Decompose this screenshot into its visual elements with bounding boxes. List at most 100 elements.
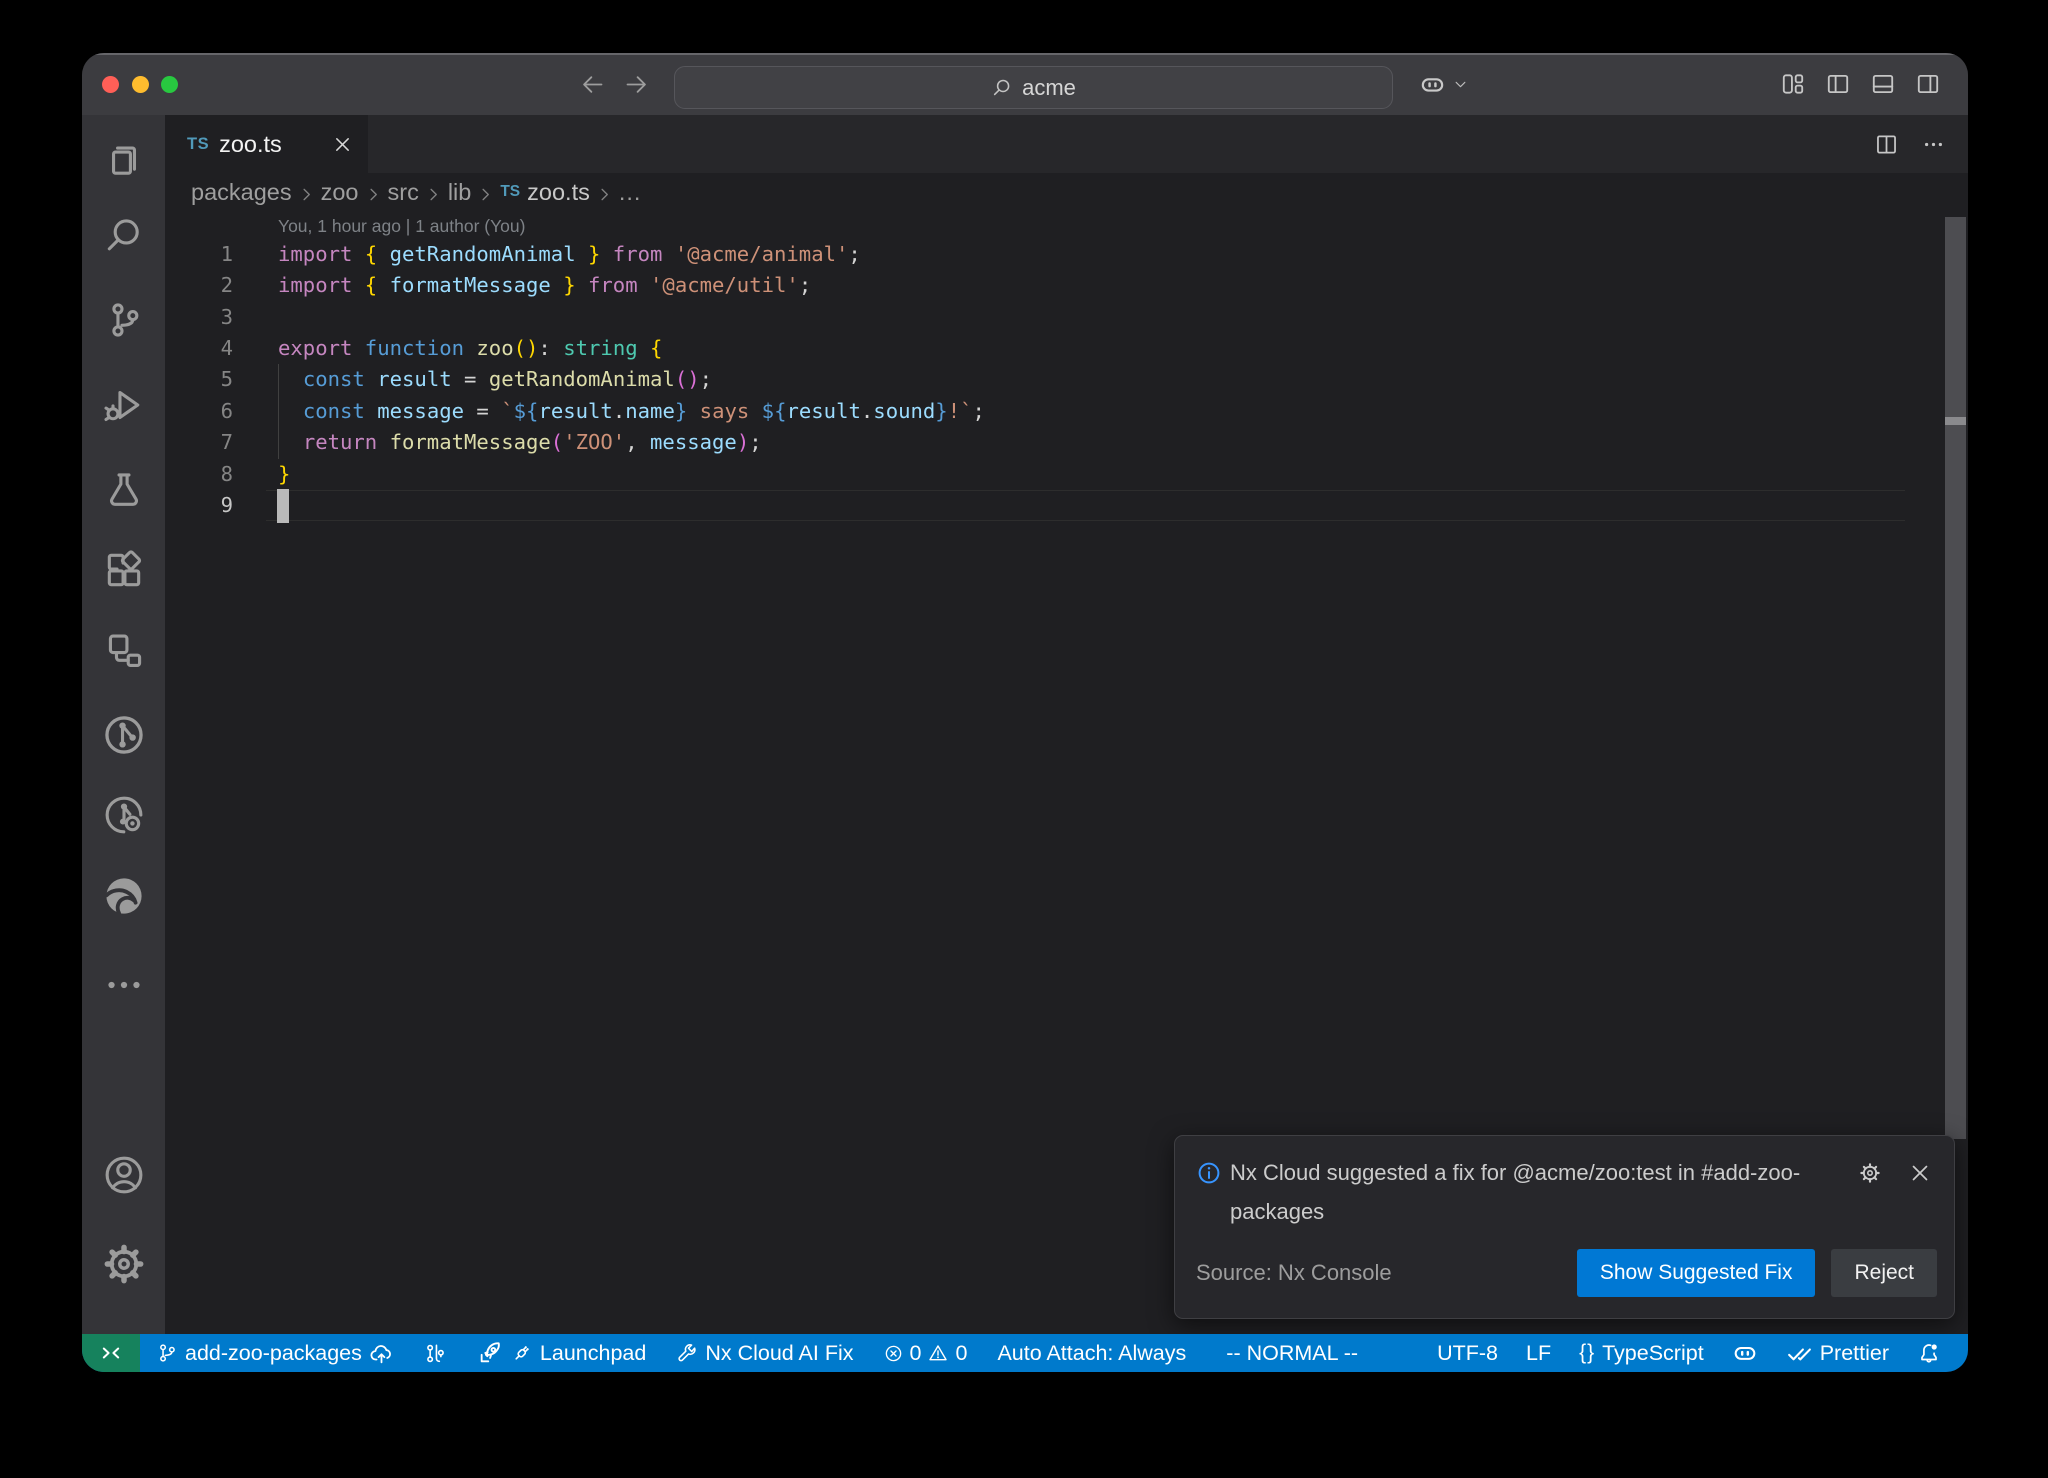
code-line-4[interactable]: 4export function zoo(): string { — [165, 333, 1968, 364]
status-item-branch[interactable]: add-zoo-packages — [156, 1341, 394, 1366]
line-number: 3 — [165, 302, 233, 333]
editor-scrollbar[interactable] — [1945, 217, 1966, 1139]
copilot-menu[interactable] — [1419, 53, 1468, 115]
status-item-eol[interactable]: LF — [1526, 1341, 1551, 1366]
code-line-1[interactable]: 1import { getRandomAnimal } from '@acme/… — [165, 239, 1968, 270]
code-line-7[interactable]: 7 return formatMessage('ZOO', message); — [165, 427, 1968, 458]
breadcrumb-item-src[interactable]: src — [388, 179, 419, 206]
breadcrumb-item-packages[interactable]: packages — [191, 179, 292, 206]
indent-guide — [278, 364, 280, 458]
code-token: ; — [973, 399, 985, 423]
code-line-2[interactable]: 2import { formatMessage } from '@acme/ut… — [165, 270, 1968, 301]
close-tab-icon[interactable] — [332, 134, 353, 155]
panel-bottom-icon[interactable] — [1870, 71, 1896, 97]
panel-right-icon[interactable] — [1915, 71, 1941, 97]
notification-toast: Nx Cloud suggested a fix for @acme/zoo:t… — [1174, 1135, 1955, 1319]
status-item-auto-attach[interactable]: Auto Attach: Always — [997, 1341, 1186, 1366]
status-item-nx-cloud-ai-fix[interactable]: Nx Cloud AI Fix — [676, 1341, 853, 1366]
activity-bar-item-source-control[interactable] — [100, 296, 148, 344]
code-token: import — [278, 242, 365, 266]
notification-message: Nx Cloud suggested a fix for @acme/zoo:t… — [1230, 1153, 1854, 1231]
code-token: result — [786, 399, 860, 423]
vscode-window: acme TS zoo.ts packageszoosrcli — [82, 53, 1968, 1372]
status-item-problems[interactable]: 00 — [884, 1341, 968, 1366]
code-line-8[interactable]: 8} — [165, 459, 1968, 490]
status-item-launchpad[interactable]: Launchpad — [477, 1340, 646, 1366]
zoom-window-button[interactable] — [161, 76, 178, 93]
activity-bar-item-nx-console[interactable] — [100, 626, 148, 674]
code-line-5[interactable]: 5 const result = getRandomAnimal(); — [165, 364, 1968, 395]
ellipsis-icon — [102, 963, 146, 1007]
code-line-3[interactable]: 3 — [165, 302, 1968, 333]
line-number: 5 — [165, 364, 233, 395]
back-icon[interactable] — [579, 71, 606, 98]
traffic-lights — [82, 53, 178, 115]
code-token: } — [551, 273, 576, 297]
activity-bar-item-testing[interactable] — [100, 466, 148, 514]
status-item-label: 0 — [955, 1341, 967, 1366]
code-token — [278, 399, 303, 423]
notification-source: Source: Nx Console — [1196, 1260, 1392, 1286]
remote-indicator[interactable] — [82, 1334, 140, 1372]
reject-button[interactable]: Reject — [1831, 1249, 1937, 1297]
line-number: 8 — [165, 459, 233, 490]
code-token: sound — [873, 399, 935, 423]
split-editor-icon[interactable] — [1874, 132, 1899, 157]
close-window-button[interactable] — [102, 76, 119, 93]
breadcrumb-separator-icon — [424, 183, 443, 202]
status-item-vim-mode[interactable]: -- NORMAL -- — [1226, 1341, 1358, 1366]
more-actions-icon[interactable] — [1921, 132, 1946, 157]
code-lens-blame[interactable]: You, 1 hour ago | 1 author (You) — [165, 211, 1968, 239]
code-token: getRandomAnimal — [390, 242, 576, 266]
breadcrumb-item-symbol[interactable]: ... — [619, 179, 642, 206]
wrench-icon — [676, 1342, 698, 1364]
chevron-down-icon — [1453, 77, 1468, 92]
activity-bar-item-extensions[interactable] — [100, 546, 148, 594]
breadcrumb-item-zoo[interactable]: zoo — [321, 179, 359, 206]
status-item-commit-graph[interactable] — [424, 1342, 447, 1365]
activity-bar-item-edge-tools[interactable] — [100, 872, 148, 920]
forward-icon[interactable] — [623, 71, 650, 98]
code-line-6[interactable]: 6 const message = `${result.name} says $… — [165, 396, 1968, 427]
panel-left-icon[interactable] — [1825, 71, 1851, 97]
code-token: : — [538, 336, 563, 360]
breadcrumb-item-file[interactable]: TSzoo.ts — [500, 179, 590, 206]
typescript-file-icon: TS — [500, 183, 520, 201]
code-token: result — [538, 399, 612, 423]
edge-browser-icon — [102, 874, 146, 918]
layout-controls — [1780, 53, 1941, 115]
code-token: ) — [737, 430, 749, 454]
activity-bar-item-explorer[interactable] — [100, 136, 148, 184]
minimize-window-button[interactable] — [132, 76, 149, 93]
code-token: says — [687, 399, 761, 423]
status-item-label: Auto Attach: Always — [997, 1341, 1186, 1366]
status-item-encoding[interactable]: UTF-8 — [1437, 1341, 1498, 1366]
customize-layout-icon[interactable] — [1780, 71, 1806, 97]
remote-icon — [99, 1341, 123, 1365]
notification-configure-icon[interactable] — [1858, 1161, 1882, 1185]
extensions-icon — [102, 548, 146, 592]
activity-bar-item-run-debug[interactable] — [100, 381, 148, 429]
status-item-language[interactable]: {}TypeScript — [1579, 1341, 1704, 1366]
notification-close-icon[interactable] — [1908, 1161, 1932, 1185]
notification-toolbar — [1858, 1161, 1932, 1185]
status-item-prettier[interactable]: Prettier — [1786, 1340, 1889, 1367]
command-center-search[interactable]: acme — [674, 66, 1393, 109]
show-suggested-fix-button[interactable]: Show Suggested Fix — [1577, 1249, 1816, 1297]
status-item-label: UTF-8 — [1437, 1341, 1498, 1366]
tab-zoo-ts[interactable]: TS zoo.ts — [165, 115, 368, 173]
activity-bar-item-gitlens-inspect[interactable] — [100, 791, 148, 839]
code-line-9[interactable]: 9 — [165, 490, 1968, 521]
beaker-icon — [102, 468, 146, 512]
activity-bar-item-settings[interactable] — [100, 1240, 148, 1288]
activity-bar-item-search[interactable] — [100, 212, 148, 260]
status-item-label: add-zoo-packages — [185, 1341, 362, 1366]
activity-bar-item-accounts[interactable] — [100, 1151, 148, 1199]
status-item-notifications[interactable] — [1917, 1341, 1941, 1365]
code-token: { — [365, 273, 390, 297]
activity-bar-item-gitlens[interactable] — [100, 711, 148, 759]
activity-bar-item-more-views[interactable] — [100, 961, 148, 1009]
status-item-copilot[interactable] — [1732, 1340, 1758, 1366]
code-token: ; — [799, 273, 811, 297]
breadcrumb-item-lib[interactable]: lib — [448, 179, 472, 206]
